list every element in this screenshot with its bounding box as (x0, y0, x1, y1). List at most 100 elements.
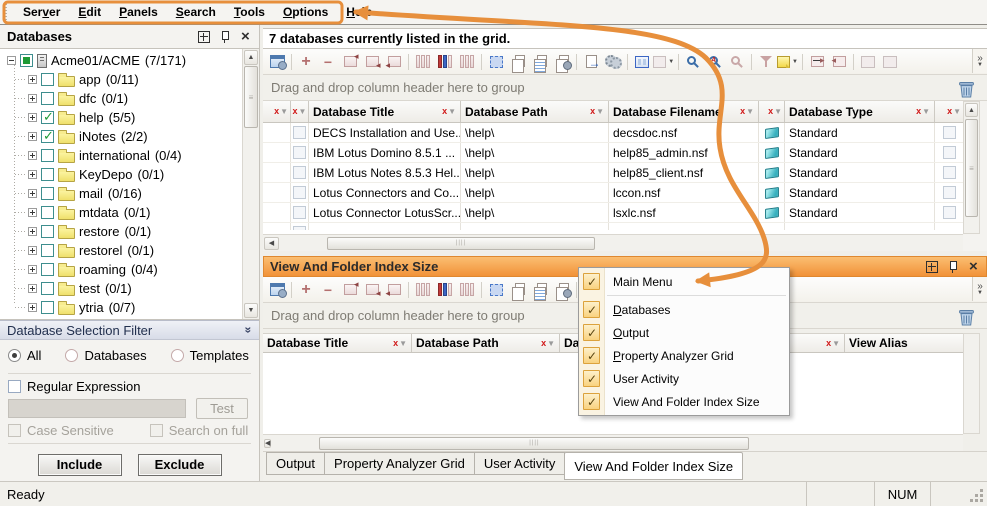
expand-expander-icon[interactable] (28, 132, 37, 141)
grid-options-button[interactable] (653, 52, 675, 72)
regex-checkbox-row[interactable]: Regular Expression (8, 379, 251, 394)
tree-item-folder[interactable]: dfc(0/1) (2, 89, 241, 108)
move-rows-top-button[interactable] (339, 280, 361, 300)
test-button[interactable]: Test (196, 398, 248, 419)
expand-expander-icon[interactable] (28, 284, 37, 293)
tree-item-folder[interactable]: restore(0/1) (2, 222, 241, 241)
copy-options-button[interactable] (551, 280, 573, 300)
row-checkbox[interactable] (943, 186, 956, 199)
tree-checkbox[interactable] (41, 187, 54, 200)
copy-grid-button[interactable] (529, 52, 551, 72)
clear-filters-button[interactable] (755, 52, 777, 72)
tree-item-folder[interactable]: ytria(0/7) (2, 298, 241, 317)
notes-button[interactable] (777, 52, 799, 72)
menu-tools[interactable]: Tools (225, 2, 274, 22)
expand-expander-icon[interactable] (28, 265, 37, 274)
add-rows-button[interactable] (295, 280, 317, 300)
tree-checkbox[interactable] (41, 111, 54, 124)
tree-item-database[interactable]: activity.ntf (2, 317, 241, 320)
menu-panels[interactable]: Panels (110, 2, 167, 22)
copy-options-button[interactable] (551, 52, 573, 72)
tree-item-folder[interactable]: test(0/1) (2, 279, 241, 298)
menu-item-property-analyzer-grid[interactable]: Property Analyzer Grid (579, 344, 789, 367)
copy-button[interactable] (507, 280, 529, 300)
checkbox-icon[interactable] (583, 273, 600, 290)
filter-section-header[interactable]: Database Selection Filter (0, 320, 259, 340)
expand-expander-icon[interactable] (28, 208, 37, 217)
remove-rows-button[interactable] (317, 280, 339, 300)
grid-report-button[interactable] (879, 52, 901, 72)
expand-expander-icon[interactable] (28, 189, 37, 198)
checkbox-icon[interactable] (583, 324, 600, 341)
checkbox-icon[interactable] (583, 347, 600, 364)
row-checkbox[interactable] (943, 166, 956, 179)
menu-options[interactable]: Options (274, 2, 337, 22)
tree-scrollbar[interactable] (242, 49, 259, 319)
grid-horizontal-scrollbar[interactable] (263, 434, 963, 451)
chevron-double-down-icon[interactable] (242, 327, 256, 334)
menu-item-databases[interactable]: Databases (579, 298, 789, 321)
dropdown-caret-icon[interactable] (667, 59, 675, 65)
table-row[interactable]: Lotus Connector LotusScr... \help\ lsxlc… (263, 203, 963, 223)
scrollbar-thumb[interactable] (319, 437, 749, 450)
exclude-button[interactable]: Exclude (138, 454, 222, 476)
grid-vertical-scrollbar[interactable] (963, 333, 980, 434)
table-row[interactable]: IBM Lotus Domino 8.5.1 ... \help\ help85… (263, 143, 963, 163)
radio-icon[interactable] (171, 349, 184, 362)
menu-help[interactable]: Help (337, 2, 381, 22)
freeze-column-button[interactable] (434, 280, 456, 300)
icon-column-header[interactable] (759, 101, 785, 122)
scroll-down-icon[interactable] (244, 303, 258, 318)
tab-output[interactable]: Output (266, 452, 325, 475)
group-by-bar[interactable]: Drag and drop column header here to grou… (263, 75, 987, 101)
select-all-button[interactable] (485, 52, 507, 72)
tab-property-analyzer-grid[interactable]: Property Analyzer Grid (324, 452, 475, 475)
row-checkbox[interactable] (293, 166, 306, 179)
radio-databases[interactable]: Databases (65, 348, 146, 363)
filter-icon[interactable] (541, 339, 555, 348)
scroll-up-icon[interactable] (965, 103, 978, 117)
pin-icon[interactable] (219, 31, 231, 43)
expand-expander-icon[interactable] (28, 170, 37, 179)
select-all-button[interactable] (485, 280, 507, 300)
move-rows-bottom-button[interactable] (361, 280, 383, 300)
table-row[interactable]: Lotus Connectors and Co... \help\ lccon.… (263, 183, 963, 203)
tree-item-folder[interactable]: roaming(0/4) (2, 260, 241, 279)
scroll-left-icon[interactable] (264, 237, 279, 250)
grid-vertical-scrollbar[interactable] (963, 101, 980, 234)
row-checkbox[interactable] (293, 126, 306, 139)
tree-checkbox[interactable] (41, 282, 54, 295)
tab-user-activity[interactable]: User Activity (474, 452, 566, 475)
scroll-left-icon[interactable] (264, 439, 271, 448)
open-in-window-button[interactable] (266, 280, 288, 300)
tree-item-folder[interactable]: mtdata(0/1) (2, 203, 241, 222)
toolbar-overflow-icon[interactable] (972, 277, 987, 301)
pin-icon[interactable] (947, 261, 959, 273)
copy-grid-button[interactable] (529, 280, 551, 300)
filter-icon[interactable] (590, 107, 604, 116)
tree-item-folder[interactable]: restorel(0/1) (2, 241, 241, 260)
expand-columns-button[interactable] (806, 52, 828, 72)
filter-icon[interactable] (740, 107, 754, 116)
open-in-window-button[interactable] (266, 52, 288, 72)
expand-expander-icon[interactable] (28, 151, 37, 160)
expand-expander-icon[interactable] (28, 94, 37, 103)
filter-icon[interactable] (947, 107, 961, 116)
column-header-database-path[interactable]: Database Path (461, 101, 609, 122)
close-icon[interactable] (240, 31, 252, 43)
trash-button[interactable] (955, 306, 977, 327)
column-header-database-title[interactable]: Database Title (263, 334, 412, 352)
radio-all[interactable]: All (8, 348, 41, 363)
select-rows-button[interactable] (383, 52, 405, 72)
checkbox-column-header[interactable] (935, 101, 963, 122)
select-rows-button[interactable] (383, 280, 405, 300)
filter-icon[interactable] (442, 107, 456, 116)
row-checkbox[interactable] (943, 146, 956, 159)
tree-item-folder[interactable]: help(5/5) (2, 108, 241, 127)
menu-server[interactable]: Server (14, 2, 69, 22)
filter-icon[interactable] (768, 107, 782, 116)
menu-item-main-menu[interactable]: Main Menu (579, 270, 789, 293)
find-text-button[interactable] (704, 52, 726, 72)
toolbar-overflow-icon[interactable] (972, 49, 987, 73)
tree-item-server[interactable]: Acme01/ACME (7/171) (2, 51, 241, 70)
